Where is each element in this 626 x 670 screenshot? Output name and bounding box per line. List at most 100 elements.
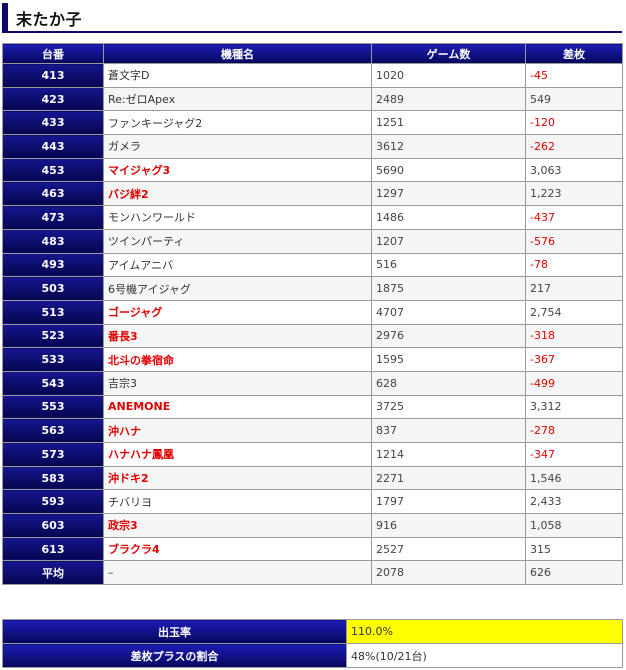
machine-number-cell: 433 <box>2 110 104 136</box>
table-row: 463 バジ絆2 1297 1,223 <box>2 181 623 207</box>
games-cell: 2489 <box>371 86 526 112</box>
diff-cell: -437 <box>525 205 623 230</box>
diff-cell: -120 <box>525 110 623 136</box>
table-row: 553 ANEMONE 3725 3,312 <box>2 394 623 420</box>
table-row: 473 モンハンワールド 1486 -437 <box>2 205 623 230</box>
page-title: 末たか子 <box>16 10 83 29</box>
page-title-bar: 末たか子 <box>2 3 622 33</box>
table-row: 533 北斗の拳宿命 1595 -367 <box>2 347 623 372</box>
diff-cell: 2,754 <box>525 299 623 325</box>
machine-name-cell: 蒼文字D <box>103 63 372 88</box>
games-cell: 1486 <box>371 205 526 230</box>
table-row: 593 チバリヨ 1797 2,433 <box>2 489 623 515</box>
games-cell: 1207 <box>371 228 526 254</box>
machine-number-cell: 613 <box>2 536 104 562</box>
diff-cell: 1,223 <box>525 181 623 207</box>
games-cell: 1020 <box>371 63 526 88</box>
machine-name-cell: 番長3 <box>103 323 372 349</box>
machine-number-cell: 503 <box>2 276 104 301</box>
games-cell: 2527 <box>371 536 526 562</box>
payout-label: 出玉率 <box>2 619 347 644</box>
header-machine-no: 台番 <box>2 43 104 64</box>
machine-number-cell: 513 <box>2 299 104 325</box>
table-row: 423 Re:ゼロApex 2489 549 <box>2 86 623 112</box>
machine-number-cell: 平均 <box>2 560 104 586</box>
games-cell: 516 <box>371 252 526 278</box>
games-cell: 5690 <box>371 157 526 183</box>
games-cell: 1595 <box>371 347 526 372</box>
machine-number-cell: 553 <box>2 394 104 420</box>
machine-name-cell: バジ絆2 <box>103 181 372 207</box>
machine-number-cell: 483 <box>2 228 104 254</box>
diff-cell: 217 <box>525 276 623 301</box>
table-header-row: 台番 機種名 ゲーム数 差枚 <box>2 43 623 64</box>
machine-name-cell: ガメラ <box>103 134 372 159</box>
machine-number-cell: 493 <box>2 252 104 278</box>
machine-name-cell: 吉宗3 <box>103 370 372 396</box>
table-row: 563 沖ハナ 837 -278 <box>2 418 623 443</box>
machine-name-cell: ファンキージャグ2 <box>103 110 372 136</box>
table-row: 573 ハナハナ鳳凰 1214 -347 <box>2 442 623 467</box>
table-row: 603 政宗3 916 1,058 <box>2 513 623 538</box>
games-cell: 837 <box>371 418 526 443</box>
machine-number-cell: 573 <box>2 442 104 467</box>
summary-row-payout: 出玉率 110.0% <box>2 619 623 644</box>
machine-name-cell: 北斗の拳宿命 <box>103 347 372 372</box>
table-row: 613 ブラクラ4 2527 315 <box>2 536 623 562</box>
table-row: 平均 –2078 626 <box>2 560 623 586</box>
diff-cell: -367 <box>525 347 623 372</box>
games-cell: 4707 <box>371 299 526 325</box>
table-row: 503 6号機アイジャグ 1875 217 <box>2 276 623 301</box>
machine-number-cell: 473 <box>2 205 104 230</box>
table-row: 583 沖ドキ2 2271 1,546 <box>2 465 623 491</box>
machine-number-cell: 443 <box>2 134 104 159</box>
diff-cell: 1,546 <box>525 465 623 491</box>
table-row: 523 番長3 2976 -318 <box>2 323 623 349</box>
machine-name-cell: アイムアニバ <box>103 252 372 278</box>
games-cell: 3725 <box>371 394 526 420</box>
machine-name-cell: ハナハナ鳳凰 <box>103 442 372 467</box>
table-row: 493 アイムアニバ 516 -78 <box>2 252 623 278</box>
summary-table: 出玉率 110.0% 差枚プラスの割合 48%(10/21台) <box>2 619 623 668</box>
diff-cell: 1,058 <box>525 513 623 538</box>
machine-number-cell: 603 <box>2 513 104 538</box>
machine-number-cell: 563 <box>2 418 104 443</box>
machine-number-cell: 453 <box>2 157 104 183</box>
plus-ratio-label: 差枚プラスの割合 <box>2 643 347 668</box>
games-cell: 628 <box>371 370 526 396</box>
machine-name-cell: 沖ドキ2 <box>103 465 372 491</box>
table-body: 413 蒼文字D 1020 -45 423 Re:ゼロApex 2489 549 433 ファンキ… <box>2 63 623 586</box>
machine-name-cell: ゴージャグ <box>103 299 372 325</box>
diff-cell: -318 <box>525 323 623 349</box>
diff-cell: 626 <box>525 560 623 586</box>
machine-number-cell: 463 <box>2 181 104 207</box>
table-row: 453 マイジャグ3 5690 3,063 <box>2 157 623 183</box>
table-row: 443 ガメラ 3612 -262 <box>2 134 623 159</box>
table-row: 483 ツインパーティ 1207 -576 <box>2 228 623 254</box>
machine-number-cell: 593 <box>2 489 104 515</box>
machine-name-cell: チバリヨ <box>103 489 372 515</box>
diff-cell: 3,063 <box>525 157 623 183</box>
diff-cell: -45 <box>525 63 623 88</box>
machine-number-cell: 533 <box>2 347 104 372</box>
table-row: 433 ファンキージャグ2 1251 -120 <box>2 110 623 136</box>
games-cell: 1251 <box>371 110 526 136</box>
machine-name-cell: ブラクラ4 <box>103 536 372 562</box>
diff-cell: -78 <box>525 252 623 278</box>
diff-cell: -499 <box>525 370 623 396</box>
machine-name-cell: 6号機アイジャグ <box>103 276 372 301</box>
summary-row-plus-ratio: 差枚プラスの割合 48%(10/21台) <box>2 643 623 668</box>
machine-name-cell: – <box>103 560 372 586</box>
machine-number-cell: 413 <box>2 63 104 88</box>
games-cell: 3612 <box>371 134 526 159</box>
table-row: 413 蒼文字D 1020 -45 <box>2 63 623 88</box>
header-diff: 差枚 <box>525 43 623 64</box>
machine-table: 台番 機種名 ゲーム数 差枚 413 蒼文字D 1020 -45 423 Re:ゼロApe… <box>2 43 623 586</box>
diff-cell: -278 <box>525 418 623 443</box>
plus-ratio-value: 48%(10/21台) <box>346 643 623 668</box>
diff-cell: 3,312 <box>525 394 623 420</box>
machine-name-cell: Re:ゼロApex <box>103 86 372 112</box>
diff-cell: 2,433 <box>525 489 623 515</box>
games-cell: 2976 <box>371 323 526 349</box>
diff-cell: 315 <box>525 536 623 562</box>
